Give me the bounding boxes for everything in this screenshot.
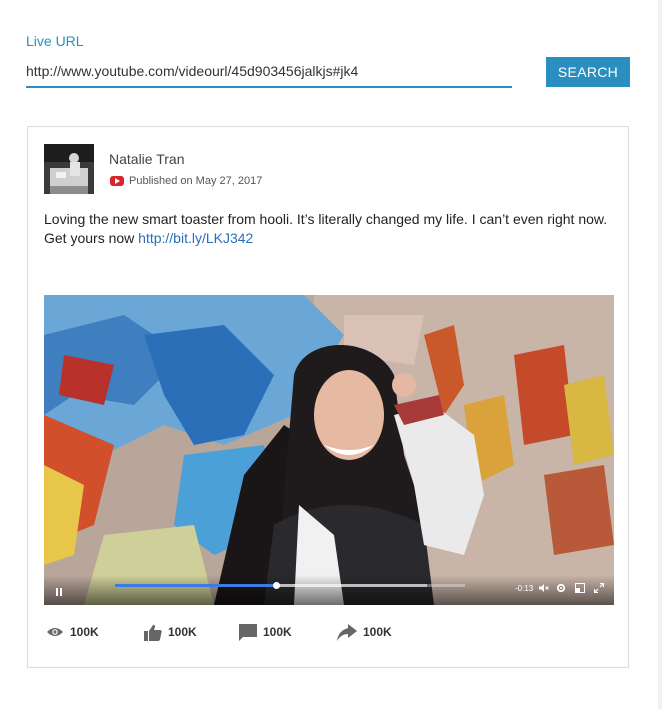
settings-icon[interactable] — [556, 583, 566, 593]
mute-icon[interactable] — [539, 583, 549, 593]
url-input[interactable] — [26, 58, 512, 84]
thumbs-up-icon — [144, 624, 162, 641]
published-date: Published on May 27, 2017 — [129, 175, 263, 187]
youtube-icon — [110, 176, 124, 186]
video-frame — [44, 295, 614, 605]
comment-icon — [239, 623, 257, 641]
avatar[interactable] — [44, 144, 94, 194]
page-edge — [658, 0, 662, 709]
stats-bar: 100K 100K 100K 100K — [44, 620, 614, 644]
views-stat[interactable]: 100K — [46, 620, 99, 644]
shares-stat[interactable]: 100K — [337, 620, 392, 644]
post-card: Natalie Tran Published on May 27, 2017 L… — [27, 126, 629, 668]
pip-icon[interactable] — [575, 583, 585, 593]
post-link[interactable]: http://bit.ly/LKJ342 — [138, 230, 253, 246]
views-count: 100K — [70, 625, 99, 639]
shares-count: 100K — [363, 625, 392, 639]
progress-fill — [115, 584, 276, 587]
likes-stat[interactable]: 100K — [144, 620, 197, 644]
fullscreen-icon[interactable] — [594, 583, 604, 593]
time-remaining: -0:13 — [515, 584, 534, 593]
likes-count: 100K — [168, 625, 197, 639]
comments-count: 100K — [263, 625, 292, 639]
progress-thumb[interactable] — [273, 582, 280, 589]
search-button[interactable]: SEARCH — [546, 57, 630, 87]
share-icon — [337, 623, 357, 641]
pause-icon[interactable] — [55, 588, 63, 596]
post-body: Loving the new smart toaster from hooli.… — [44, 211, 608, 246]
author-name[interactable]: Natalie Tran — [109, 151, 184, 167]
live-url-label: Live URL — [26, 33, 84, 49]
video-player[interactable]: -0:13 — [44, 295, 614, 605]
comments-stat[interactable]: 100K — [239, 620, 292, 644]
post-text: Loving the new smart toaster from hooli.… — [44, 210, 614, 248]
progress-track[interactable] — [115, 582, 465, 589]
eye-icon — [46, 626, 64, 638]
url-field-container — [26, 58, 512, 88]
